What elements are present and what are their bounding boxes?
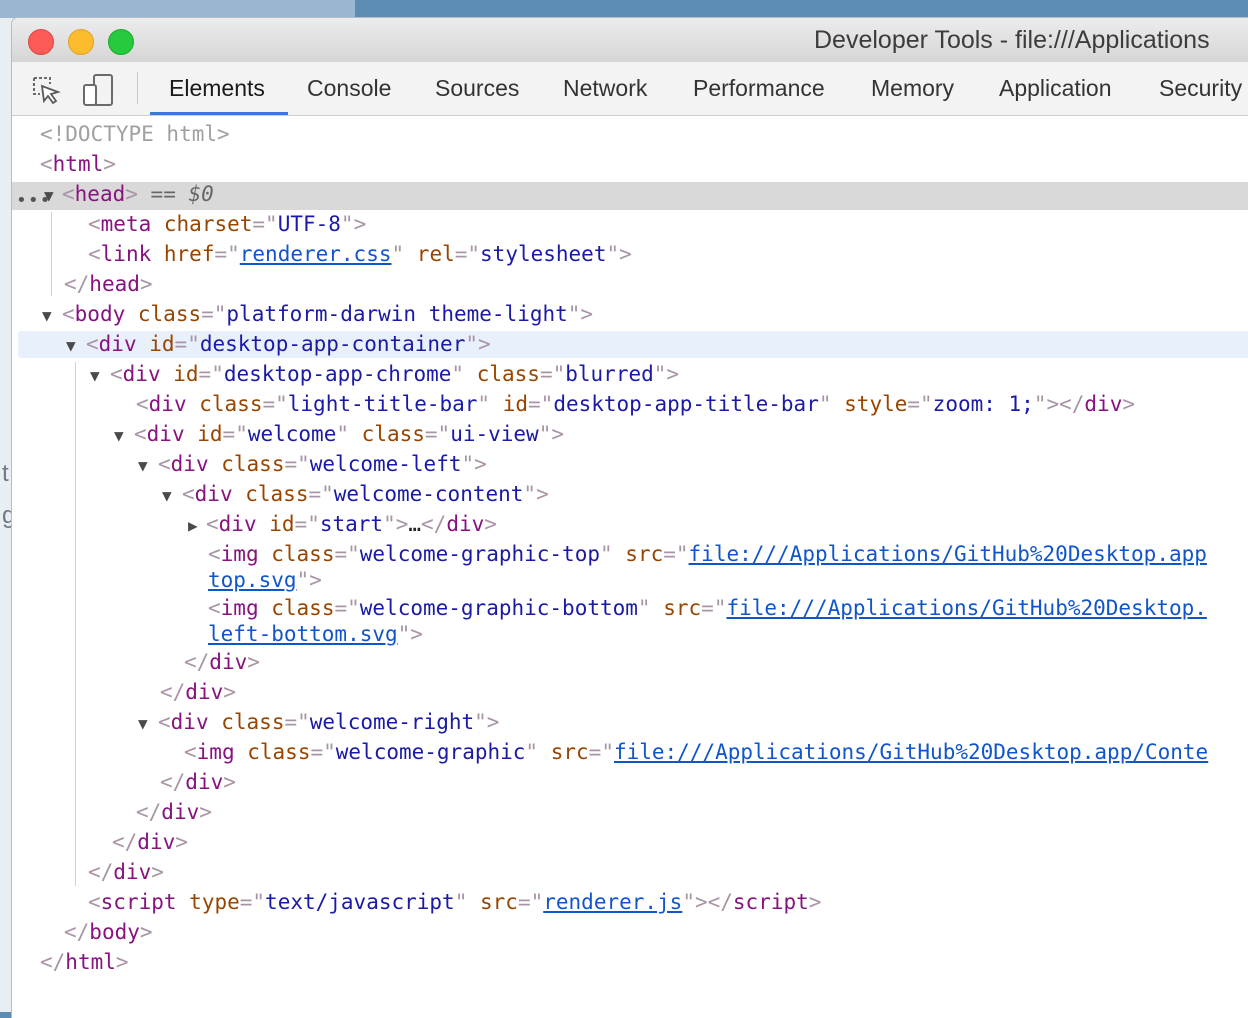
renderer-js-link[interactable]: renderer.js — [543, 890, 682, 914]
background-text-fragment: t — [2, 460, 9, 487]
collapse-arrow-icon[interactable]: ▼ — [42, 306, 52, 325]
img-top-src-link[interactable]: file:///Applications/GitHub%20Desktop.ap… — [689, 542, 1207, 566]
inspect-element-icon[interactable] — [30, 74, 62, 106]
tab-memory[interactable]: Memory — [871, 75, 954, 102]
dom-node-welcome-right[interactable]: <div class="welcome-right"> — [158, 707, 499, 737]
background-window-titlebar — [0, 0, 355, 18]
title-bar: Developer Tools - file:///Applications — [12, 18, 1248, 62]
device-toolbar-icon[interactable] — [80, 74, 116, 106]
collapse-arrow-icon[interactable]: ▼ — [162, 486, 172, 505]
dom-node-img-bottom-cont[interactable]: left-bottom.svg"> — [208, 619, 423, 649]
tab-security[interactable]: Security — [1159, 75, 1242, 102]
dom-node-welcome-left[interactable]: <div class="welcome-left"> — [158, 449, 487, 479]
dom-node-div-close[interactable]: </div> — [160, 767, 236, 797]
dom-node-div-close[interactable]: </div> — [160, 677, 236, 707]
dom-node-head[interactable]: <head> == $0 — [62, 179, 214, 209]
collapse-arrow-icon[interactable]: ▼ — [138, 456, 148, 475]
toolbar-separator — [137, 72, 138, 104]
dom-node-meta[interactable]: <meta charset="UTF-8"> — [88, 209, 366, 239]
dom-node-html-close[interactable]: </html> — [40, 947, 129, 977]
dom-node-div-close[interactable]: </div> — [88, 857, 164, 887]
devtools-window: Developer Tools - file:///Applications E… — [12, 18, 1248, 1018]
collapse-arrow-icon[interactable]: ▼ — [114, 426, 124, 445]
dom-node-title-bar[interactable]: <div class="light-title-bar" id="desktop… — [136, 389, 1135, 419]
img-bottom-src-link[interactable]: file:///Applications/GitHub%20Desktop. — [726, 596, 1206, 620]
dom-node-head-close[interactable]: </head> — [64, 269, 153, 299]
img-top-src-link-cont[interactable]: top.svg — [208, 568, 297, 592]
minimize-window-button[interactable] — [68, 29, 94, 55]
devtools-toolbar: Elements Console Sources Network Perform… — [12, 62, 1248, 116]
dom-node-welcome-content[interactable]: <div class="welcome-content"> — [182, 479, 549, 509]
tab-console[interactable]: Console — [307, 75, 391, 102]
collapse-arrow-icon[interactable]: ▼ — [44, 186, 54, 205]
dom-node-desktop-app-chrome[interactable]: <div id="desktop-app-chrome" class="blur… — [110, 359, 679, 389]
elements-dom-tree: ••• <!DOCTYPE html> <html> ▼ <head> == $… — [12, 116, 1248, 1018]
dom-node-img-top-cont[interactable]: top.svg"> — [208, 565, 322, 595]
zoom-window-button[interactable] — [108, 29, 134, 55]
dom-node-start[interactable]: <div id="start">…</div> — [206, 509, 497, 539]
dom-node-img-right[interactable]: <img class="welcome-graphic" src="file:/… — [184, 737, 1208, 767]
img-bottom-src-link-cont[interactable]: left-bottom.svg — [208, 622, 398, 646]
dom-node-script[interactable]: <script type="text/javascript" src="rend… — [88, 887, 821, 917]
tab-elements[interactable]: Elements — [169, 75, 265, 102]
dom-node-div-close[interactable]: </div> — [136, 797, 212, 827]
active-tab-indicator — [150, 112, 288, 115]
dom-node-doctype[interactable]: <!DOCTYPE html> — [40, 119, 230, 149]
tree-guide-line — [75, 362, 76, 886]
img-right-src-link[interactable]: file:///Applications/GitHub%20Desktop.ap… — [614, 740, 1208, 764]
dom-node-div-close[interactable]: </div> — [184, 647, 260, 677]
collapse-arrow-icon[interactable]: ▼ — [66, 336, 76, 355]
dom-node-html[interactable]: <html> — [40, 149, 116, 179]
dom-node-div-close[interactable]: </div> — [112, 827, 188, 857]
dom-node-link[interactable]: <link href="renderer.css" rel="styleshee… — [88, 239, 632, 269]
tab-network[interactable]: Network — [563, 75, 647, 102]
window-title: Developer Tools - file:///Applications — [814, 26, 1210, 54]
tab-performance[interactable]: Performance — [693, 75, 825, 102]
dom-node-body[interactable]: <body class="platform-darwin theme-light… — [62, 299, 593, 329]
dom-node-img-top[interactable]: <img class="welcome-graphic-top" src="fi… — [208, 539, 1207, 569]
renderer-css-link[interactable]: renderer.css — [240, 242, 392, 266]
tab-sources[interactable]: Sources — [435, 75, 519, 102]
collapse-arrow-icon[interactable]: ▼ — [90, 366, 100, 385]
tree-guide-line — [51, 212, 52, 296]
collapse-arrow-icon[interactable]: ▼ — [138, 714, 148, 733]
expand-arrow-icon[interactable]: ▶ — [188, 516, 198, 535]
dom-node-welcome[interactable]: <div id="welcome" class="ui-view"> — [134, 419, 564, 449]
dom-node-desktop-app-container[interactable]: <div id="desktop-app-container"> — [86, 329, 491, 359]
close-window-button[interactable] — [28, 29, 54, 55]
dom-node-body-close[interactable]: </body> — [64, 917, 153, 947]
tab-application[interactable]: Application — [999, 75, 1112, 102]
